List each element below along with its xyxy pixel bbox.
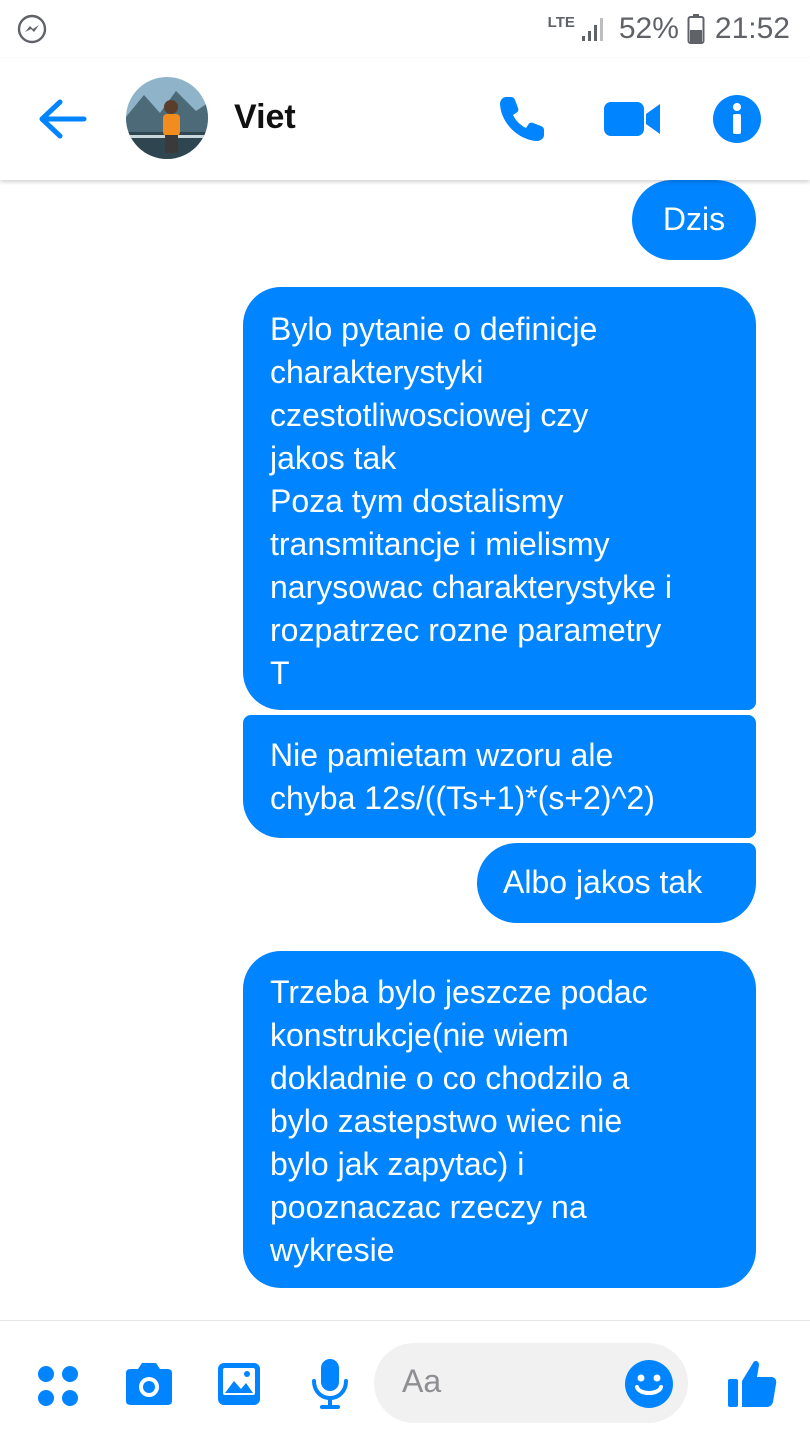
phone-icon[interactable] — [496, 93, 548, 145]
back-arrow-icon[interactable] — [34, 94, 90, 144]
message-bubble[interactable]: Albo jakos tak — [477, 843, 756, 923]
contact-name[interactable]: Viet — [234, 98, 296, 137]
status-bar: LTE 52% 21:52 — [0, 0, 810, 58]
message-bubble[interactable]: Nie pamietam wzoru ale chyba 12s/((Ts+1)… — [243, 715, 756, 838]
thumbs-up-icon[interactable] — [726, 1357, 778, 1409]
gallery-icon[interactable] — [216, 1361, 262, 1407]
message-bubble[interactable]: Dzis — [632, 180, 756, 260]
message-input-placeholder: Aa — [402, 1363, 442, 1399]
video-camera-icon[interactable] — [602, 96, 662, 142]
message-bubble[interactable]: Trzeba bylo jeszcze podac konstrukcje(ni… — [243, 951, 756, 1288]
emoji-icon[interactable] — [624, 1359, 674, 1409]
camera-icon[interactable] — [122, 1361, 176, 1407]
contact-avatar[interactable] — [126, 77, 208, 159]
battery-percent: 52% — [618, 12, 679, 45]
clock: 21:52 — [714, 12, 790, 45]
signal-icon — [581, 18, 603, 41]
conversation-header: Viet — [0, 58, 810, 180]
message-input[interactable]: Aa — [374, 1343, 688, 1423]
message-bubble[interactable]: Bylo pytanie o definicje charakterystyki… — [243, 287, 756, 710]
message-composer: Aa — [0, 1320, 810, 1441]
info-icon[interactable] — [712, 94, 762, 144]
apps-icon[interactable] — [36, 1364, 80, 1408]
network-type: LTE — [547, 14, 575, 31]
avatar-photo — [126, 77, 208, 159]
messenger-notification-icon — [17, 14, 47, 44]
battery-icon — [687, 14, 705, 44]
microphone-icon[interactable] — [310, 1357, 350, 1411]
message-list[interactable]: Dzis Bylo pytanie o definicje charaktery… — [0, 180, 810, 1320]
